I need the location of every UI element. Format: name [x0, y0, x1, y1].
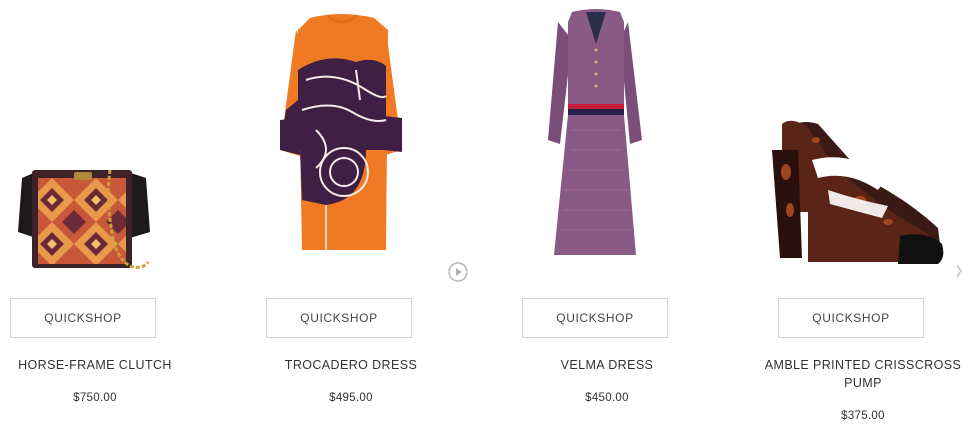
- product-image-amble-pump[interactable]: [768, 0, 958, 280]
- quickshop-button[interactable]: QUICKSHOP: [778, 298, 924, 338]
- product-card-horse-frame-clutch: QUICKSHOP HORSE-FRAME CLUTCH $750.00: [0, 0, 190, 429]
- quickshop-button[interactable]: QUICKSHOP: [10, 298, 156, 338]
- product-price: $495.00: [329, 392, 373, 404]
- carousel-next-edge[interactable]: [956, 264, 962, 278]
- product-card-trocadero-dress: QUICKSHOP TROCADERO DRESS $495.00: [256, 0, 446, 429]
- product-image-trocadero-dress[interactable]: [256, 0, 446, 280]
- product-price: $750.00: [73, 392, 117, 404]
- play-circle-icon[interactable]: [448, 262, 468, 282]
- product-grid: QUICKSHOP HORSE-FRAME CLUTCH $750.00 QUI…: [0, 0, 962, 429]
- product-card-amble-pump: QUICKSHOP AMBLE PRINTED CRISSCROSS PUMP …: [765, 0, 961, 429]
- product-image-clutch[interactable]: [0, 0, 190, 280]
- product-name[interactable]: VELMA DRESS: [492, 356, 722, 374]
- product-name[interactable]: TROCADERO DRESS: [236, 356, 466, 374]
- product-price: $375.00: [841, 410, 885, 422]
- quickshop-button[interactable]: QUICKSHOP: [266, 298, 412, 338]
- product-name[interactable]: HORSE-FRAME CLUTCH: [0, 356, 210, 374]
- product-price: $450.00: [585, 392, 629, 404]
- product-card-velma-dress: QUICKSHOP VELMA DRESS $450.00: [512, 0, 702, 429]
- quickshop-button[interactable]: QUICKSHOP: [522, 298, 668, 338]
- product-name[interactable]: AMBLE PRINTED CRISSCROSS PUMP: [748, 356, 962, 392]
- product-image-velma-dress[interactable]: [512, 0, 702, 280]
